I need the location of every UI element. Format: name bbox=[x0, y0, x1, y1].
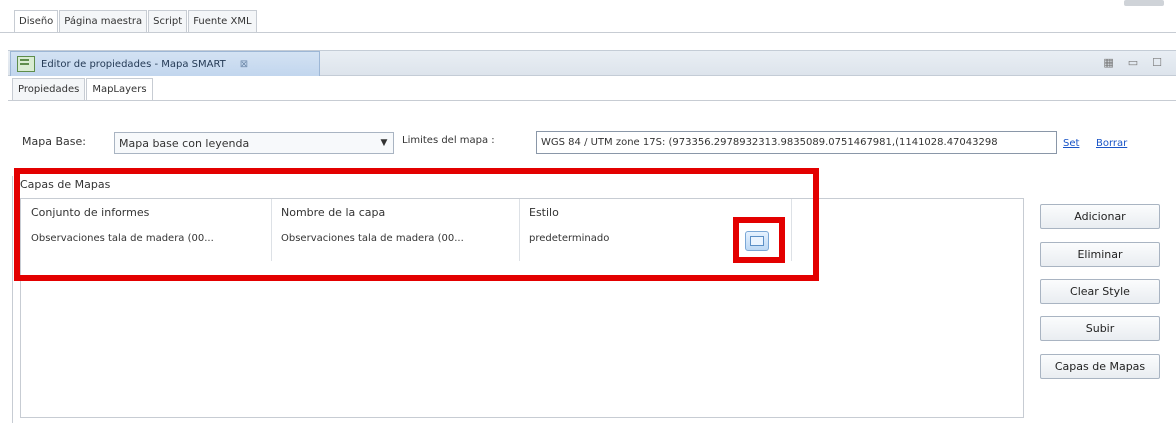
tab-master-page[interactable]: Página maestra bbox=[59, 10, 148, 33]
map-limits-field[interactable]: WGS 84 / UTM zone 17S: (973356.297893231… bbox=[536, 131, 1057, 154]
highlight-frame-layers bbox=[14, 168, 819, 281]
tab-xml-source[interactable]: Fuente XML bbox=[188, 10, 257, 33]
tab-properties[interactable]: Propiedades bbox=[12, 78, 86, 100]
map-limits-label: Limites del mapa : bbox=[402, 135, 495, 146]
editor-tabs: Diseño Página maestra Script Fuente XML bbox=[14, 10, 258, 33]
close-icon[interactable]: ⊠ bbox=[240, 59, 248, 70]
remove-layer-button[interactable]: Eliminar bbox=[1040, 242, 1160, 267]
top-right-scroll-hint bbox=[1124, 0, 1164, 6]
clear-limits-link[interactable]: Borrar bbox=[1096, 138, 1127, 149]
minimize-icon[interactable]: ▭ bbox=[1128, 56, 1138, 69]
set-limits-link[interactable]: Set bbox=[1063, 138, 1079, 149]
view-menu-icon[interactable]: ▦ bbox=[1103, 56, 1113, 69]
maximize-icon[interactable]: ☐ bbox=[1152, 56, 1162, 69]
property-editor-icon bbox=[17, 56, 35, 72]
move-up-button[interactable]: Subir bbox=[1040, 316, 1160, 341]
tab-script[interactable]: Script bbox=[148, 10, 188, 33]
map-base-select[interactable]: Mapa base con leyenda ▼ bbox=[114, 132, 394, 154]
tab-design[interactable]: Diseño bbox=[14, 10, 59, 33]
map-layers-button[interactable]: Capas de Mapas bbox=[1040, 354, 1160, 379]
sub-tab-divider bbox=[8, 100, 1176, 101]
map-base-value: Mapa base con leyenda bbox=[119, 136, 250, 150]
chevron-down-icon[interactable]: ▼ bbox=[375, 138, 393, 148]
highlight-frame-style-button bbox=[733, 217, 785, 263]
property-editor-view-tab[interactable]: Editor de propiedades - Mapa SMART ⊠ bbox=[10, 51, 320, 76]
map-base-label: Mapa Base: bbox=[22, 135, 86, 148]
view-title: Editor de propiedades - Mapa SMART bbox=[41, 58, 226, 70]
property-sub-tabs: Propiedades MapLayers bbox=[12, 78, 154, 100]
tab-maplayers[interactable]: MapLayers bbox=[86, 78, 153, 100]
add-layer-button[interactable]: Adicionar bbox=[1040, 204, 1160, 229]
view-actions: ▦ ▭ ☐ bbox=[1103, 56, 1162, 69]
tab-divider bbox=[0, 32, 1176, 33]
clear-style-button[interactable]: Clear Style bbox=[1040, 279, 1160, 304]
